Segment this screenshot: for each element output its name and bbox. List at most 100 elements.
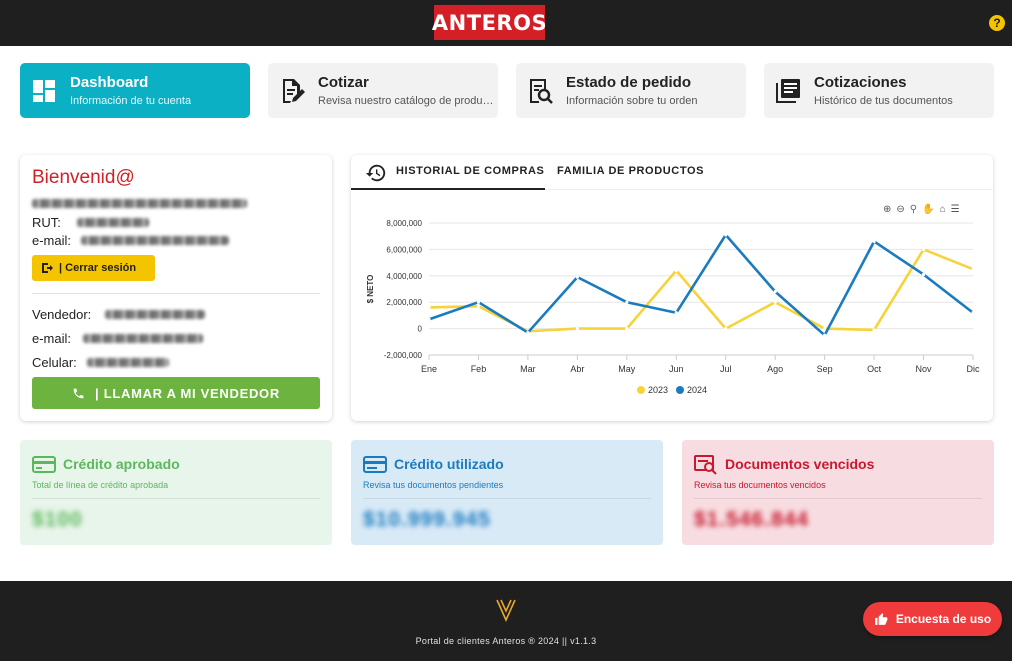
data-point-2024 (724, 233, 728, 237)
stat-value: $1.546.844 (694, 508, 810, 531)
x-tick-label: Oct (867, 364, 882, 374)
data-point-2024 (476, 300, 481, 304)
credit-card-icon (32, 456, 56, 473)
seller-email-row: e-mail: (32, 331, 204, 346)
thumbs-up-icon (874, 613, 888, 625)
footer-text: Portal de clientes Anteros ® 2024 || v1.… (415, 636, 597, 646)
phone-value-redacted (86, 358, 169, 367)
logout-label: | Cerrar sesión (59, 262, 137, 274)
top-header: ANTEROS ? (0, 0, 1012, 46)
email-label: e-mail: (32, 233, 72, 248)
documents-icon (776, 78, 800, 103)
x-tick-label: May (618, 364, 636, 374)
divider (32, 293, 320, 294)
data-point-2023 (575, 327, 579, 331)
data-point-2024 (773, 290, 777, 294)
nav-card-estado-pedido[interactable]: Estado de pedido Información sobre tu or… (516, 63, 746, 118)
seller-row: Vendedor: (32, 307, 206, 322)
survey-button[interactable]: Encuesta de uso (863, 602, 1002, 636)
phone-row: Celular: (32, 355, 169, 370)
legend-marker-2024 (676, 386, 684, 394)
legend-label-2024: 2024 (687, 385, 707, 395)
email-value-redacted (81, 236, 230, 245)
nav-title: Dashboard (70, 74, 149, 91)
purchase-history-chart: 8,000,000 6,000,000 4,000,000 2,000,000 0 -2,… (366, 219, 980, 395)
stat-subtitle: Total de línea de crédito aprobada (32, 480, 169, 490)
quote-edit-icon (283, 78, 305, 103)
call-seller-button[interactable]: | LLAMAR A MI VENDEDOR (32, 377, 320, 409)
x-tick-label: Mar (520, 364, 536, 374)
stat-card-credito-aprobado[interactable]: Crédito aprobado Total de línea de crédi… (20, 440, 332, 545)
logout-button[interactable]: | Cerrar sesión (32, 255, 155, 281)
nav-subtitle: Histórico de tus documentos (814, 95, 953, 107)
welcome-card: Bienvenid@ RUT: e-mail: | Cerrar sesión … (20, 155, 332, 421)
nav-subtitle: Información sobre tu orden (566, 95, 698, 107)
data-point-2023 (476, 304, 481, 308)
stat-title: Crédito utilizado (394, 456, 504, 472)
legend-marker-2023 (637, 386, 645, 394)
rut-label: RUT: (32, 215, 61, 230)
rut-row: RUT: (32, 215, 149, 230)
x-tick-label: Sep (817, 364, 833, 374)
stat-divider (32, 498, 320, 499)
nav-card-cotizaciones[interactable]: Cotizaciones Histórico de tus documentos (764, 63, 994, 118)
series-line-2024 (428, 233, 974, 337)
y-tick-label: 8,000,000 (386, 219, 422, 228)
credit-card-used-icon (363, 456, 387, 473)
logout-icon (42, 263, 53, 273)
y-tick-label: -2,000,000 (384, 351, 423, 360)
data-point-2023 (724, 327, 728, 331)
data-point-2023 (773, 300, 777, 304)
stat-value: $100 (32, 508, 83, 531)
y-axis-label: $ NETO (366, 275, 375, 304)
data-point-2024 (921, 272, 926, 277)
stat-value: $10.999.945 (363, 508, 491, 531)
x-tick-label: Dic (967, 364, 980, 374)
nav-card-dashboard[interactable]: Dashboard Información de tu cuenta (20, 63, 250, 118)
data-point-2024 (427, 317, 431, 321)
data-point-2024 (823, 333, 827, 337)
phone-label: Celular: (32, 355, 77, 370)
seller-label: Vendedor: (32, 307, 92, 322)
anteros-footer-mark-icon (496, 599, 516, 622)
footer: Portal de clientes Anteros ® 2024 || v1.… (0, 581, 1012, 661)
survey-label: Encuesta de uso (895, 612, 992, 626)
data-point-2024 (526, 330, 530, 335)
x-tick-label: Ene (421, 364, 437, 374)
x-tick-label: Abr (570, 364, 584, 374)
legend-label-2023: 2023 (648, 385, 668, 395)
series-line-2023 (428, 248, 974, 333)
stat-title: Documentos vencidos (725, 456, 875, 472)
order-search-icon (530, 78, 553, 104)
y-tick-label: 2,000,000 (386, 298, 422, 307)
x-tick-label: Nov (916, 364, 933, 374)
stat-card-credito-utilizado[interactable]: Crédito utilizado Revisa tus documentos … (351, 440, 663, 545)
data-point-2023 (427, 305, 431, 310)
nav-subtitle: Información de tu cuenta (70, 95, 192, 107)
y-tick-label: 6,000,000 (386, 245, 422, 254)
x-tick-label: Jun (669, 364, 684, 374)
data-point-2024 (971, 311, 975, 315)
client-name-redacted (32, 199, 247, 208)
nav-title: Cotizar (318, 74, 369, 91)
data-point-2023 (971, 267, 975, 271)
nav-card-cotizar[interactable]: Cotizar Revisa nuestro catálogo de produ… (268, 63, 498, 118)
dashboard-icon (33, 79, 55, 102)
y-tick-label: 0 (418, 325, 423, 334)
data-point-2024 (872, 239, 876, 244)
welcome-title: Bienvenid@ (32, 167, 135, 188)
help-icon[interactable]: ? (989, 15, 1005, 31)
data-point-2024 (674, 311, 678, 315)
phone-icon (73, 388, 84, 398)
anteros-logo[interactable]: ANTEROS (432, 5, 547, 40)
data-point-2023 (921, 247, 926, 251)
data-point-2023 (625, 327, 629, 331)
stat-card-documentos-vencidos[interactable]: Documentos vencidos Revisa tus documento… (682, 440, 994, 545)
stat-divider (694, 498, 982, 499)
x-tick-label: Ago (767, 364, 783, 374)
data-point-2024 (575, 275, 579, 279)
x-tick-label: Feb (471, 364, 487, 374)
data-point-2023 (674, 268, 678, 273)
data-point-2023 (872, 328, 876, 332)
data-point-2024 (625, 300, 629, 304)
